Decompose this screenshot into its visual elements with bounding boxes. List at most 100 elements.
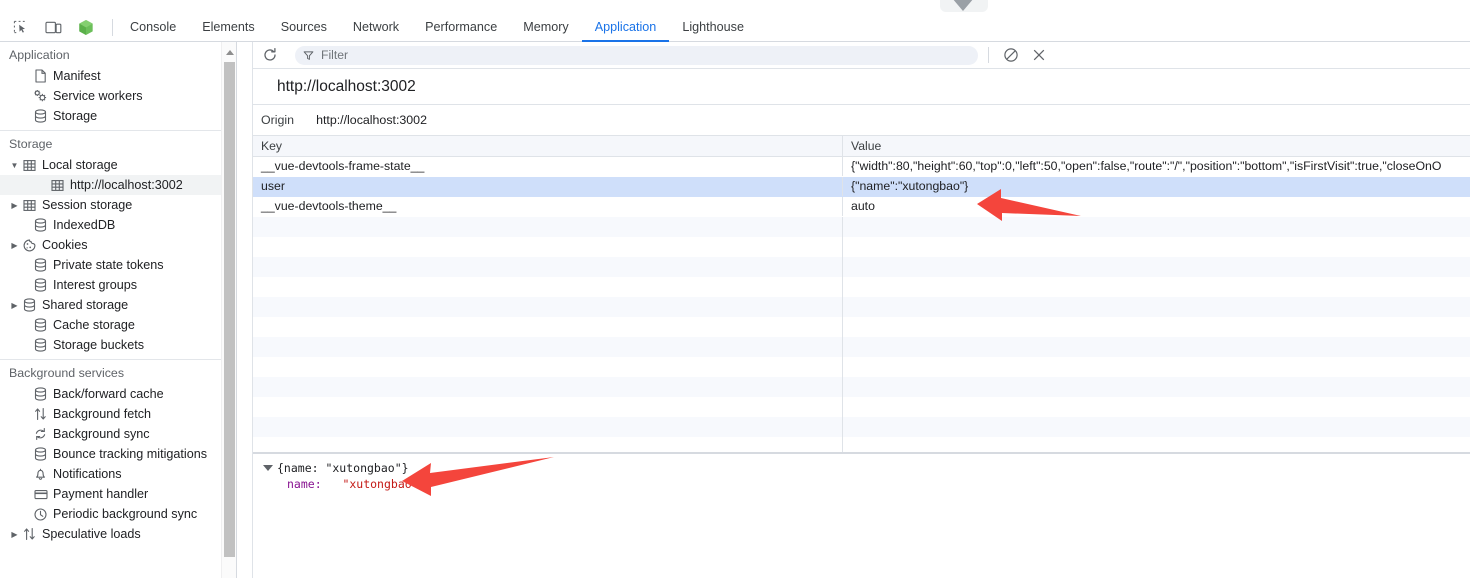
sidebar-item-indexeddb[interactable]: IndexedDB <box>0 215 236 235</box>
sidebar-tree: Application Manifest Service workers Storag… <box>0 42 236 544</box>
sidebar-item-private-state-tokens[interactable]: Private state tokens <box>0 255 236 275</box>
local-storage-panel: Filter http://localhost:3002 Origin http… <box>253 42 1470 578</box>
sidebar-item-background-sync[interactable]: Background sync <box>0 424 236 444</box>
sidebar-item-label: Manifest <box>53 69 101 83</box>
sidebar-item-background-fetch[interactable]: Background fetch <box>0 404 236 424</box>
twisty-collapsed-icon[interactable]: ▶ <box>9 530 20 539</box>
manifest-file-icon <box>31 69 50 83</box>
sidebar-splitter[interactable] <box>236 42 237 578</box>
scroll-up-arrow-icon[interactable] <box>226 50 234 55</box>
empty-cell-key <box>253 397 843 417</box>
table-row[interactable]: __vue-devtools-frame-state__ {"width":80,… <box>253 157 1470 177</box>
column-header-value[interactable]: Value <box>843 136 1470 156</box>
sidebar-item-storage-buckets[interactable]: Storage buckets <box>0 335 236 355</box>
sidebar-item-http-localhost-3002[interactable]: http://localhost:3002 <box>0 175 236 195</box>
table-empty-row <box>253 317 1470 337</box>
storage-toolbar: Filter <box>253 42 1470 69</box>
cell-key[interactable]: __vue-devtools-frame-state__ <box>253 157 843 176</box>
sidebar-item-bounce-tracking-mitigations[interactable]: Bounce tracking mitigations <box>0 444 236 464</box>
sidebar-item-notifications[interactable]: Notifications <box>0 464 236 484</box>
sidebar-item-cookies[interactable]: ▶ Cookies <box>0 235 236 255</box>
tab-sources[interactable]: Sources <box>268 13 340 42</box>
sync-icon <box>31 427 50 441</box>
empty-cell-key <box>253 297 843 317</box>
sidebar-item-cache-storage[interactable]: Cache storage <box>0 315 236 335</box>
database-icon <box>31 258 50 272</box>
table-row[interactable]: __vue-devtools-theme__ auto <box>253 197 1470 217</box>
sidebar-item-periodic-background-sync[interactable]: Periodic background sync <box>0 504 236 524</box>
updown-arrows-icon <box>31 407 50 421</box>
sidebar-item-label: Background sync <box>53 427 150 441</box>
clear-all-icon[interactable] <box>999 44 1023 66</box>
vue-logo-icon[interactable] <box>73 15 99 39</box>
empty-cell-key <box>253 277 843 297</box>
column-header-key[interactable]: Key <box>253 136 843 156</box>
tab-console[interactable]: Console <box>117 13 189 42</box>
tab-elements[interactable]: Elements <box>189 13 268 42</box>
origin-label: Origin <box>261 113 295 127</box>
page-title: http://localhost:3002 <box>277 77 416 95</box>
sidebar-item-label: Background fetch <box>53 407 152 421</box>
refresh-icon[interactable] <box>256 43 283 68</box>
sidebar-item-payment-handler[interactable]: Payment handler <box>0 484 236 504</box>
twisty-collapsed-icon[interactable]: ▶ <box>9 201 20 210</box>
sidebar-main-gap <box>237 42 252 578</box>
empty-cell-key <box>253 357 843 377</box>
cell-key[interactable]: __vue-devtools-theme__ <box>253 197 843 216</box>
sidebar-item-session-storage[interactable]: ▶ Session storage <box>0 195 236 215</box>
cell-key[interactable]: user <box>253 177 843 196</box>
tabbar-icon-group <box>0 15 117 39</box>
empty-cell-value <box>843 317 1470 337</box>
empty-cell-key <box>253 337 843 357</box>
device-toolbar-icon[interactable] <box>40 15 66 39</box>
table-grid-icon <box>20 159 39 172</box>
chevron-down-icon[interactable] <box>952 0 974 11</box>
twisty-collapsed-icon[interactable]: ▶ <box>9 241 20 250</box>
origin-row: Origin http://localhost:3002 <box>253 105 1470 136</box>
table-empty-row <box>253 397 1470 417</box>
table-row[interactable]: user {"name":"xutongbao"} <box>253 177 1470 197</box>
database-icon <box>31 338 50 352</box>
browser-tab-strip <box>0 0 1470 13</box>
table-empty-rows <box>253 217 1470 452</box>
sidebar-item-service-workers[interactable]: Service workers <box>0 86 236 106</box>
triangle-down-icon[interactable] <box>263 464 273 471</box>
inspect-element-icon[interactable] <box>7 15 33 39</box>
sidebar-item-interest-groups[interactable]: Interest groups <box>0 275 236 295</box>
sidebar-item-local-storage[interactable]: ▼ Local storage <box>0 155 236 175</box>
sidebar-item-manifest[interactable]: Manifest <box>0 66 236 86</box>
sidebar-item-storage[interactable]: Storage <box>0 106 236 126</box>
twisty-collapsed-icon[interactable]: ▶ <box>9 301 20 310</box>
sidebar-section-title: Application <box>9 48 70 62</box>
empty-cell-key <box>253 217 843 237</box>
tab-network[interactable]: Network <box>340 13 412 42</box>
cell-value[interactable]: {"width":80,"height":60,"top":0,"left":5… <box>843 157 1470 176</box>
table-body: __vue-devtools-frame-state__ {"width":80,… <box>253 157 1470 217</box>
scrollbar-thumb[interactable] <box>224 62 235 557</box>
sidebar-item-shared-storage[interactable]: ▶ Shared storage <box>0 295 236 315</box>
tab-memory[interactable]: Memory <box>510 13 581 42</box>
sidebar-item-back-forward-cache[interactable]: Back/forward cache <box>0 384 236 404</box>
credit-card-icon <box>31 488 50 501</box>
tab-application[interactable]: Application <box>581 13 670 42</box>
sidebar-item-label: Private state tokens <box>53 258 164 272</box>
preview-summary-line[interactable]: {name: "xutongbao"} <box>253 459 1470 476</box>
sidebar-item-speculative-loads[interactable]: ▶ Speculative loads <box>0 524 236 544</box>
cell-value[interactable]: auto <box>843 197 1470 216</box>
preview-property-line: name: "xutongbao" <box>253 476 1470 493</box>
tab-performance[interactable]: Performance <box>412 13 510 42</box>
tab-lighthouse[interactable]: Lighthouse <box>669 13 757 42</box>
preview-property-value: "xutongbao" <box>342 477 419 491</box>
empty-cell-value <box>843 297 1470 317</box>
sidebar-scrollbar[interactable] <box>221 42 236 578</box>
panel-tabs: Console Elements Sources Network Perform… <box>117 13 757 42</box>
twisty-expanded-icon[interactable]: ▼ <box>9 161 20 170</box>
empty-cell-key <box>253 317 843 337</box>
table-empty-row <box>253 377 1470 397</box>
empty-cell-key <box>253 377 843 397</box>
table-empty-row <box>253 437 1470 452</box>
delete-x-icon[interactable] <box>1027 44 1051 66</box>
filter-input[interactable]: Filter <box>295 45 978 65</box>
empty-cell-key <box>253 437 843 452</box>
cell-value[interactable]: {"name":"xutongbao"} <box>843 177 1470 196</box>
